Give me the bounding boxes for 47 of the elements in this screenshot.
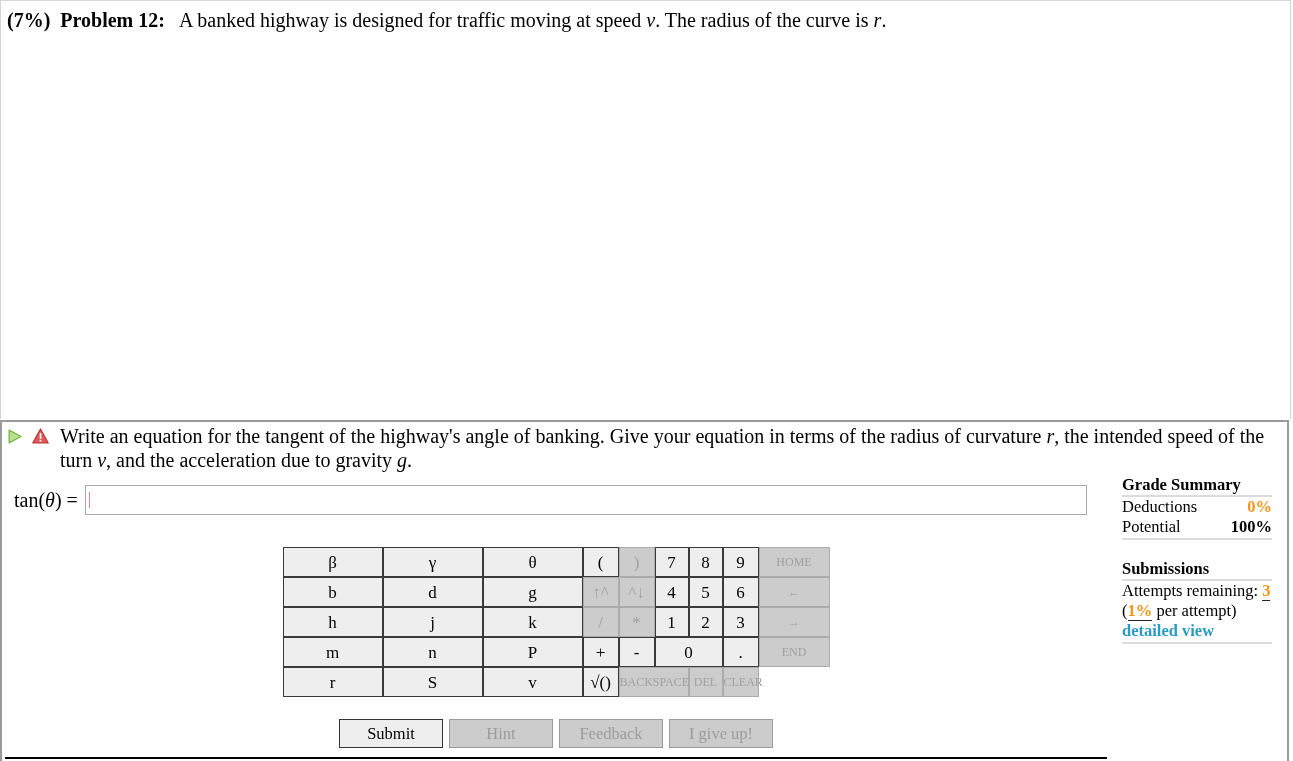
variable-key[interactable]: S bbox=[382, 667, 483, 697]
keypad-key[interactable]: 4 bbox=[654, 577, 689, 607]
variable-key[interactable]: k bbox=[482, 607, 583, 637]
keypad-key[interactable]: √() bbox=[582, 667, 619, 697]
keypad-key[interactable]: 2 bbox=[688, 607, 723, 637]
potential-label: Potential bbox=[1122, 517, 1181, 537]
variable-key[interactable]: θ bbox=[482, 547, 583, 577]
answer-label: tan(θ) = bbox=[13, 488, 78, 512]
keypad-key[interactable]: 3 bbox=[722, 607, 759, 637]
keypad-key[interactable]: 7 bbox=[654, 547, 689, 577]
variable-key[interactable]: d bbox=[382, 577, 483, 607]
action-button[interactable]: Submit bbox=[339, 719, 443, 748]
penalty-text: (1% per attempt) bbox=[1122, 601, 1237, 621]
keypad-key[interactable]: 1 bbox=[654, 607, 689, 637]
keypad-key[interactable]: 9 bbox=[722, 547, 759, 577]
variable-key[interactable]: h bbox=[282, 607, 383, 637]
problem-title: Problem 12: bbox=[60, 8, 165, 32]
problem-statement: A banked highway is designed for traffic moving at speed v. The radius of the curve is r. bbox=[178, 8, 887, 32]
deductions-label: Deductions bbox=[1122, 497, 1198, 517]
grade-summary-heading: Grade Summary bbox=[1122, 475, 1241, 494]
variable-key[interactable]: b bbox=[282, 577, 383, 607]
keypad-key[interactable]: 0 bbox=[654, 637, 723, 667]
keypad-key[interactable]: 5 bbox=[688, 577, 723, 607]
warning-icon bbox=[32, 428, 49, 444]
variable-key[interactable]: β bbox=[282, 547, 383, 577]
variable-key[interactable]: r bbox=[282, 667, 383, 697]
variable-key[interactable]: j bbox=[382, 607, 483, 637]
variable-key[interactable]: γ bbox=[382, 547, 483, 577]
deductions-value: 0% bbox=[1247, 497, 1272, 517]
variable-key[interactable]: m bbox=[282, 637, 383, 667]
keypad-key[interactable]: ( bbox=[582, 547, 619, 577]
variable-key[interactable]: g bbox=[482, 577, 583, 607]
answer-field[interactable] bbox=[84, 485, 1087, 515]
keypad-key[interactable]: 6 bbox=[722, 577, 759, 607]
potential-value: 100% bbox=[1230, 517, 1272, 537]
variable-key[interactable]: P bbox=[482, 637, 583, 667]
keypad-key[interactable]: 8 bbox=[688, 547, 723, 577]
play-icon bbox=[8, 429, 22, 444]
keypad-key[interactable]: - bbox=[618, 637, 655, 667]
variable-key[interactable]: n bbox=[382, 637, 483, 667]
keypad-key[interactable]: + bbox=[582, 637, 619, 667]
variable-key[interactable]: v bbox=[482, 667, 583, 697]
question-text: Write an equation for the tangent of the highway's angle of banking. Give your equation in terms of the radius of curvature r, the intended speed of the turn v, and the acceleration due to gravity g. bbox=[60, 424, 1266, 472]
submissions-heading: Submissions bbox=[1122, 559, 1210, 578]
attempts-remaining-text: Attempts remaining: 3 bbox=[1122, 581, 1271, 601]
keypad-key[interactable]: . bbox=[722, 637, 759, 667]
problem-weight: (7%) bbox=[7, 8, 51, 32]
